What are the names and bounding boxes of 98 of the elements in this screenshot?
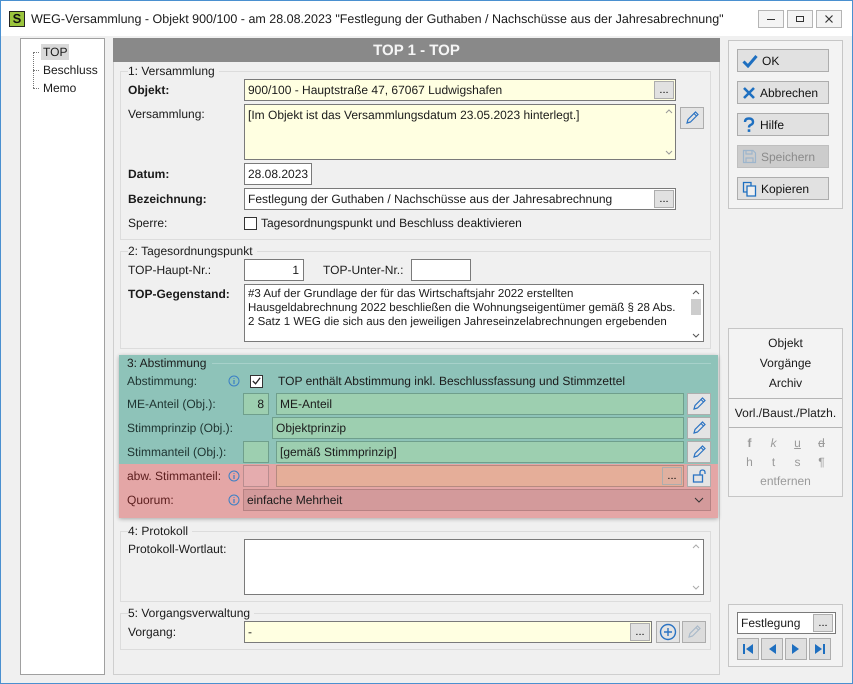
edit-button[interactable] [687,417,711,439]
scrollbar-icon [664,107,674,157]
template-link[interactable]: Vorl./Baust./Platzh. [734,401,836,425]
field-label: TOP-Unter-Nr.: [323,263,404,277]
pencil-icon [684,110,700,126]
field-label: Datum: [128,167,170,181]
triangle-left-icon [767,643,777,655]
field-label: TOP-Haupt-Nr.: [128,263,212,277]
nav-link[interactable]: Vorgänge [760,353,812,373]
app-icon: S [9,10,25,26]
close-button[interactable] [816,10,842,28]
field-label: Versammlung: [128,106,206,121]
section-title: 5: Vorgangsverwaltung [128,606,252,620]
previous-record-button[interactable] [761,638,783,660]
section-title: 1: Versammlung [128,64,216,78]
tree-item[interactable]: Memo [41,80,78,96]
date-field[interactable]: 28.08.2023 [244,163,312,185]
field-label: ME-Anteil (Obj.): [127,397,217,411]
edit-button[interactable] [687,393,711,415]
checkbox[interactable] [244,216,257,230]
pencil-icon [691,420,707,436]
field-label: Quorum: [127,493,175,507]
action-button[interactable]: Hilfe [737,113,829,136]
tree-item[interactable]: Beschluss [41,62,100,78]
info-icon [228,470,240,482]
field-label: Vorgang: [128,625,178,639]
number-field[interactable] [411,259,472,281]
window-title: WEG-Versammlung - Objekt 900/100 - am 28.08.2023 "Festlegung der Guthaben / Nachschüsse aus der Jahresabrechnung" [31,12,724,26]
meeting-text-area[interactable]: [Im Objekt ist das Versammlungsdatum 23.05.2023 hinterlegt.] [244,104,676,160]
section-title: 4: Protokoll [128,524,190,538]
nav-link[interactable]: Objekt [768,333,803,353]
copy-icon [742,180,757,196]
page-heading: TOP 1 - TOP [373,42,460,58]
close-icon [742,86,756,100]
info-icon [228,375,240,387]
action-button[interactable]: OK [737,49,829,72]
chevron-down-icon [694,497,704,503]
browse-button[interactable]: ... [654,190,674,208]
number-field [243,441,269,463]
edit-button[interactable] [680,107,704,129]
action-button[interactable]: Abbrechen [737,81,829,104]
add-button[interactable] [656,621,680,643]
share-field: ME-Anteil [276,393,684,415]
floppy-icon [742,149,757,164]
field-label: Abstimmung: [127,374,198,388]
tree-item[interactable]: TOP [41,44,70,60]
checkbox-label: Tagesordnungspunkt und Beschluss deaktivieren [261,216,522,230]
field-label: Stimmprinzip (Obj.): [127,421,234,435]
field-label: abw. Stimmanteil: [127,469,222,483]
field-label: Sperre: [128,216,168,230]
next-record-button[interactable] [785,638,807,660]
maximize-icon [795,14,805,24]
action-button[interactable]: Kopieren [737,177,829,200]
field-label: TOP-Gegenstand: [128,286,231,301]
number-field: 8 [243,393,269,415]
checkbox[interactable] [250,374,262,388]
padlock-icon [691,468,707,484]
unlock-button[interactable] [687,465,711,487]
first-record-button[interactable] [737,638,759,660]
record-field[interactable]: Festlegung ... [737,612,836,634]
browse-button[interactable]: ... [654,81,674,99]
number-field[interactable] [243,465,269,487]
section-title: 2: Tagesordnungspunkt [128,244,254,258]
title-field[interactable]: Festlegung der Guthaben / Nachschüsse aus der Jahresabrechnung ... [244,188,676,210]
field-label: Stimmanteil (Obj.): [127,445,228,459]
field-label: Protokoll-Wortlaut: [128,541,228,556]
help-icon [742,116,756,132]
browse-button[interactable]: ... [813,614,833,632]
field-label: Objekt: [128,83,170,97]
object-field[interactable]: 900/100 - Hauptstraße 47, 67067 Ludwigshafen ... [244,79,676,101]
browse-button[interactable]: ... [630,623,650,641]
skip-end-icon [814,643,826,655]
field-label: Bezeichnung: [128,192,208,206]
nav-link[interactable]: Archiv [768,373,802,393]
process-field[interactable]: - ... [244,621,652,643]
skip-start-icon [742,643,754,655]
info-icon [228,494,240,506]
pencil-icon [686,624,702,640]
checkbox-label: TOP enthält Abstimmung inkl. Beschlussfassung und Stimmzettel [277,374,626,388]
voting-principle-field: Objektprinzip [272,417,684,439]
deviating-share-field[interactable]: ... [276,465,684,487]
section-title: 3: Abstimmung [127,356,206,370]
pencil-icon [691,444,707,460]
triangle-right-icon [791,643,801,655]
voting-share-field: [gemäß Stimmprinzip] [276,441,684,463]
last-record-button[interactable] [809,638,831,660]
browse-button[interactable]: ... [662,467,682,485]
checkmark-icon [742,54,758,68]
scrollbar-icon [690,542,702,592]
plus-circle-icon [659,623,677,641]
subject-text-area[interactable]: #3 Auf der Grundlage der für das Wirtschaftsjahr 2022 erstellten Hausgeldabrechnung 2022 beschließen die Wohnungseigentümer gemäß § 28 Abs. 2 Satz 1 WEG die sich aus den jeweiligen Jahreseinzelabrechnungen ergebenden [244,284,704,342]
minutes-text-area[interactable] [244,539,704,595]
close-icon [824,14,834,24]
edit-button[interactable] [687,441,711,463]
number-field[interactable]: 1 [244,259,304,281]
pencil-icon [691,396,707,412]
maximize-button[interactable] [787,10,813,28]
quorum-dropdown[interactable]: einfache Mehrheit [243,489,711,511]
